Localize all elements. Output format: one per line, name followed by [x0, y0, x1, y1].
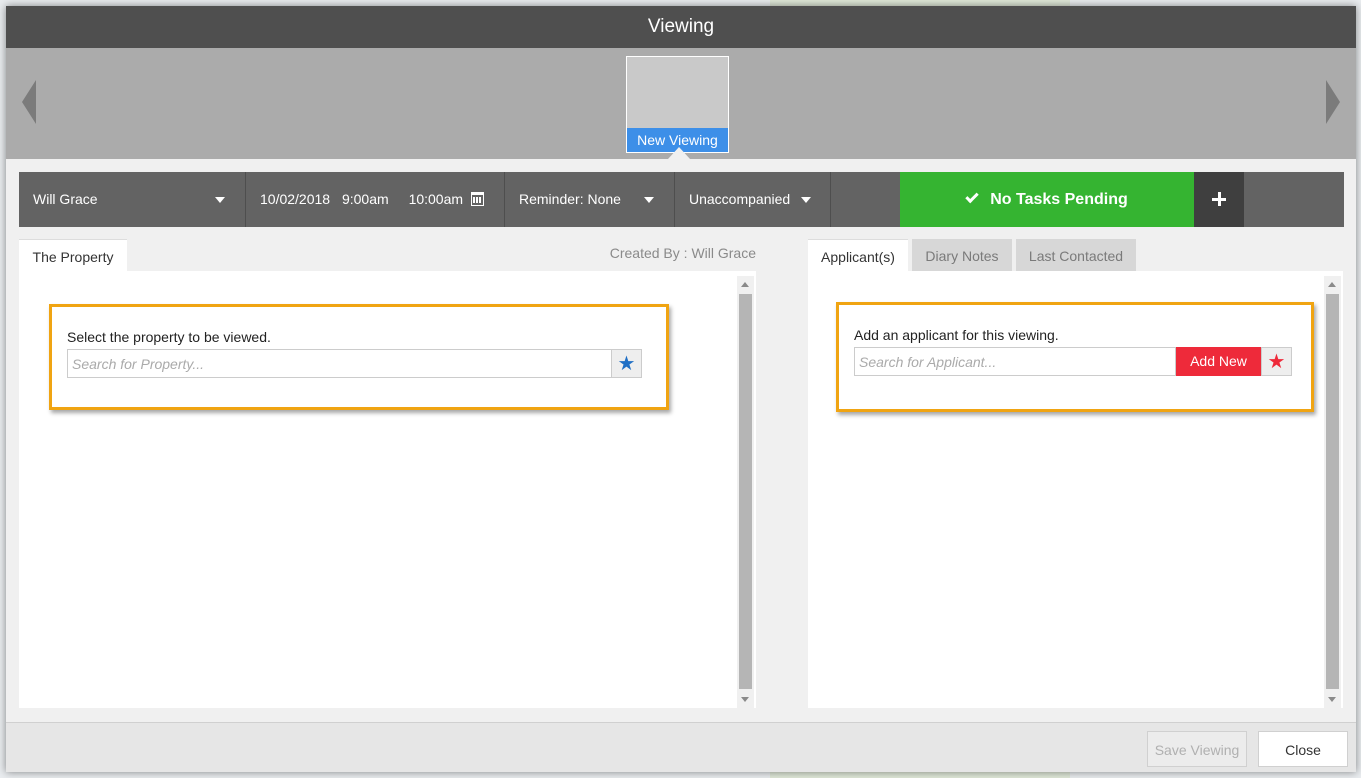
carousel-item-new-viewing[interactable]: New Viewing [626, 56, 729, 153]
star-icon[interactable]: ★ [1261, 347, 1292, 376]
negotiator-dropdown[interactable]: Will Grace [19, 172, 246, 227]
applicant-search-input[interactable]: Search for Applicant... [854, 347, 1176, 376]
carousel-prev-icon[interactable] [22, 80, 36, 124]
viewing-carousel: New Viewing [6, 48, 1356, 159]
chevron-down-icon [215, 197, 225, 203]
applicant-scrollbar[interactable] [1324, 276, 1341, 708]
accompaniment-dropdown[interactable]: Unaccompanied [675, 172, 831, 227]
star-icon[interactable]: ★ [611, 349, 642, 378]
end-time-value: 10:00am [408, 191, 464, 207]
tasks-status-button[interactable]: No Tasks Pending [900, 172, 1194, 227]
applicant-prompt: Add an applicant for this viewing. [854, 327, 1059, 343]
save-viewing-button[interactable]: Save Viewing [1147, 731, 1247, 767]
tab-applicants[interactable]: Applicant(s) [808, 239, 908, 271]
start-time-value: 9:00am [341, 191, 389, 207]
chevron-down-icon [644, 197, 654, 203]
add-new-button[interactable]: Add New [1176, 347, 1261, 376]
tab-the-property[interactable]: The Property [19, 239, 127, 271]
scroll-down-icon[interactable] [1328, 697, 1336, 702]
property-prompt: Select the property to be viewed. [67, 329, 271, 345]
reminder-dropdown[interactable]: Reminder: None [505, 172, 675, 227]
tasks-status-label: No Tasks Pending [990, 191, 1128, 208]
applicant-tabs: Applicant(s) Diary Notes Last Contacted [808, 239, 1343, 271]
applicant-panel: Add an applicant for this viewing. Searc… [808, 271, 1343, 708]
tab-last-contacted[interactable]: Last Contacted [1016, 239, 1136, 271]
applicant-search-box: Add an applicant for this viewing. Searc… [836, 302, 1314, 412]
scroll-up-icon[interactable] [741, 282, 749, 287]
dialog-footer: Save Viewing Close [6, 722, 1356, 772]
viewing-dialog: Viewing New Viewing Will Grace 10/02/201… [6, 6, 1356, 772]
carousel-next-icon[interactable] [1326, 80, 1340, 124]
dialog-title: Viewing [6, 6, 1356, 48]
calendar-icon[interactable] [471, 192, 484, 206]
property-tabs: The Property Created By : Will Grace [19, 239, 756, 271]
accompaniment-value: Unaccompanied [689, 191, 791, 207]
date-value: 10/02/2018 [260, 191, 331, 207]
close-button[interactable]: Close [1258, 731, 1348, 767]
negotiator-value: Will Grace [33, 191, 98, 207]
property-search-box: Select the property to be viewed. Search… [49, 304, 669, 410]
reminder-value: Reminder: None [519, 191, 621, 207]
tab-diary-notes[interactable]: Diary Notes [912, 239, 1012, 271]
add-task-button[interactable] [1194, 172, 1244, 227]
property-scrollbar[interactable] [737, 276, 754, 708]
scroll-down-icon[interactable] [741, 697, 749, 702]
created-by-label: Created By : Will Grace [609, 245, 756, 261]
scroll-thumb[interactable] [739, 294, 752, 689]
property-panel: Select the property to be viewed. Search… [19, 271, 756, 708]
scroll-thumb[interactable] [1326, 294, 1339, 689]
check-icon [965, 189, 979, 204]
date-time-picker[interactable]: 10/02/2018 9:00am 10:00am [246, 172, 505, 227]
carousel-pointer-icon [668, 147, 690, 159]
chevron-down-icon [801, 197, 811, 203]
scroll-up-icon[interactable] [1328, 282, 1336, 287]
viewing-toolbar: Will Grace 10/02/2018 9:00am 10:00am Rem… [19, 172, 1344, 227]
property-search-input[interactable]: Search for Property... [67, 349, 612, 378]
